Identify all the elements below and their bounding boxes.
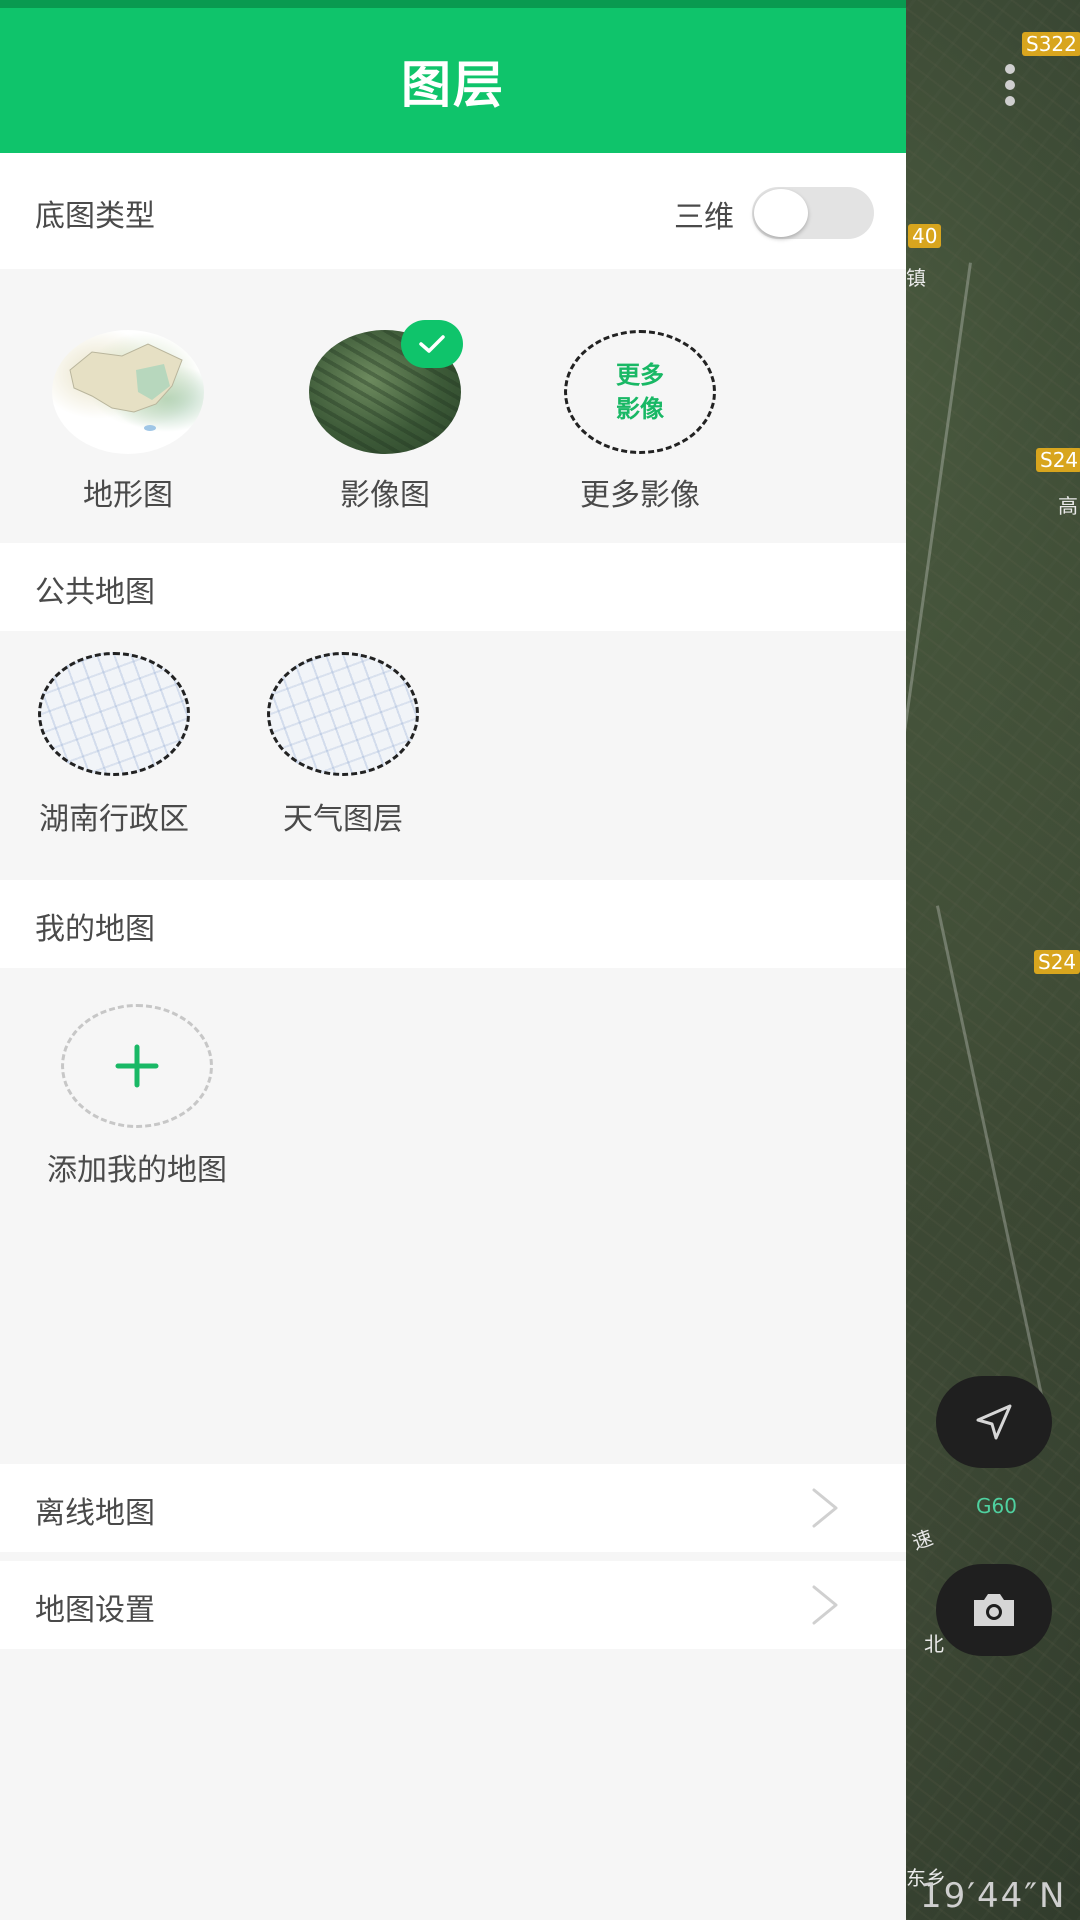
map-place-label: 镇 [906, 266, 926, 290]
add-my-map-button[interactable] [61, 1004, 213, 1128]
add-my-map-label-wrap[interactable]: 添加我的地图 [37, 1150, 237, 1192]
offline-maps-label: 离线地图 [35, 1496, 155, 1531]
drawer-header: 图层 [0, 8, 906, 153]
public-maps-row: 公共地图 [0, 543, 906, 631]
tile-label: 地形图 [83, 478, 173, 513]
terrain-map-thumbnail[interactable] [52, 330, 204, 454]
map-settings-row[interactable]: 地图设置 [0, 1561, 906, 1649]
my-maps-row: 我的地图 [0, 880, 906, 968]
camera-button[interactable] [936, 1564, 1052, 1656]
plus-icon [115, 1044, 159, 1088]
navigation-arrow-icon [976, 1404, 1012, 1440]
road-label-40: 40 [908, 224, 942, 248]
chevron-right-icon [812, 1585, 838, 1625]
layers-drawer: 图层 底图类型 三维 地形图 影像图 更多 影像 更多影像 公共地图 湖南行政区… [0, 0, 906, 1920]
tile-terrain[interactable]: 地形图 [52, 470, 204, 514]
tile-hunan-admin[interactable]: 湖南行政区 [14, 794, 214, 838]
tile-label: 影像图 [340, 478, 430, 513]
my-maps-section-label: 我的地图 [35, 912, 155, 947]
more-imagery-thumbnail[interactable]: 更多 影像 [564, 330, 716, 454]
chevron-right-icon [812, 1488, 838, 1528]
3d-toggle-label: 三维 [674, 200, 734, 235]
add-my-map-label: 添加我的地图 [47, 1153, 227, 1188]
more-options-icon[interactable] [1003, 64, 1017, 108]
camera-icon [974, 1594, 1014, 1626]
china-map-icon [69, 343, 183, 431]
road-label-s322: S322 [1022, 32, 1080, 56]
tile-satellite[interactable]: 影像图 [309, 470, 461, 514]
tile-more-imagery[interactable]: 更多影像 [540, 470, 740, 514]
road-label-g60: G60 [976, 1494, 1017, 1518]
map-settings-label: 地图设置 [35, 1593, 155, 1628]
dashed-border [38, 652, 190, 776]
locate-button[interactable] [936, 1376, 1052, 1468]
more-imagery-thumb-text: 更多 影像 [616, 361, 664, 423]
tile-weather[interactable]: 天气图层 [243, 794, 443, 838]
tile-label: 更多影像 [580, 478, 700, 513]
road-label-s24: S24 [1036, 448, 1080, 472]
toggle-knob [754, 189, 808, 237]
public-maps-section-label: 公共地图 [35, 575, 155, 610]
3d-toggle[interactable] [752, 187, 874, 239]
map-place-label: 高 [1058, 494, 1078, 518]
coordinate-readout: 19′44″N [920, 1876, 1067, 1916]
selected-check-badge [401, 320, 463, 368]
checkmark-icon [419, 335, 445, 353]
dashed-border [267, 652, 419, 776]
road-label-s24-2: S24 [1034, 950, 1080, 974]
tile-label: 湖南行政区 [39, 802, 189, 837]
basemap-section-label: 底图类型 [35, 199, 155, 234]
offline-maps-row[interactable]: 离线地图 [0, 1464, 906, 1552]
tile-label: 天气图层 [283, 802, 403, 837]
status-bar [0, 0, 906, 8]
page-title: 图层 [401, 55, 505, 114]
